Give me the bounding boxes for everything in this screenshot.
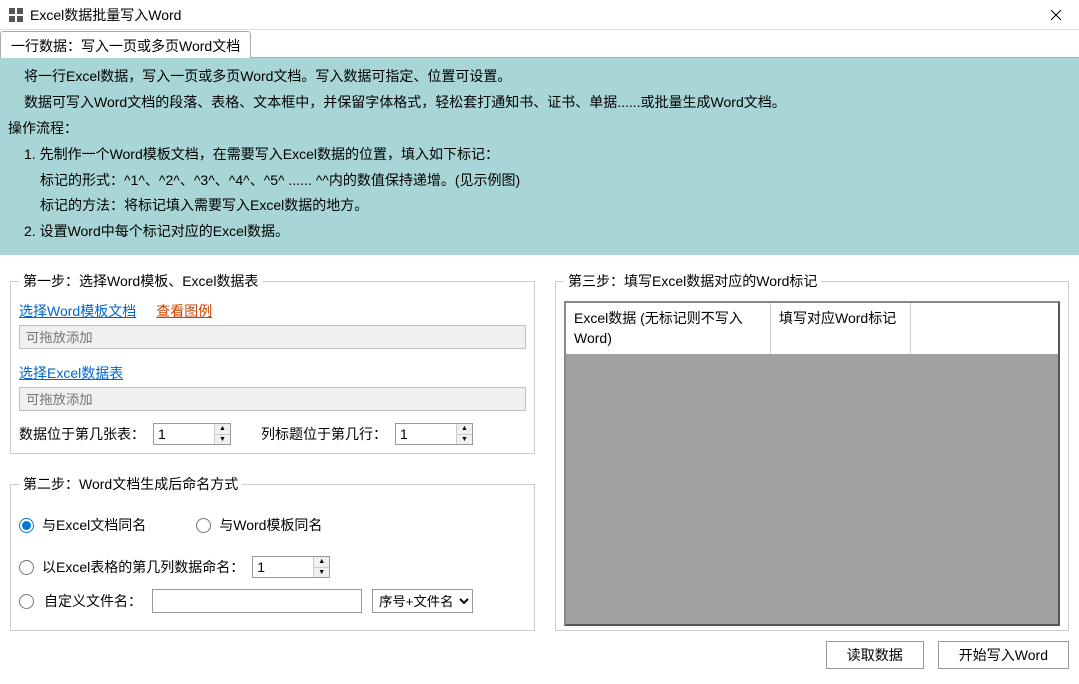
spinner-down-icon[interactable]: ▼ xyxy=(314,568,329,578)
grid-header-row: Excel数据 (无标记则不写入Word) 填写对应Word标记 xyxy=(566,303,1058,354)
spinner-up-icon[interactable]: ▲ xyxy=(215,424,230,435)
close-button[interactable] xyxy=(1033,0,1079,30)
header-row-value[interactable] xyxy=(396,424,456,444)
naming-same-excel-option[interactable]: 与Excel文档同名 xyxy=(19,512,146,538)
read-data-button[interactable]: 读取数据 xyxy=(826,641,924,669)
step3-fieldset: 第三步：填写Excel数据对应的Word标记 Excel数据 (无标记则不写入W… xyxy=(555,271,1069,631)
instruction-line: 1. 先制作一个Word模板文档，在需要写入Excel数据的位置，填入如下标记： xyxy=(4,142,1075,168)
sheet-index-spinner[interactable]: ▲ ▼ xyxy=(153,423,231,445)
instruction-line: 标记的形式：^1^、^2^、^3^、^4^、^5^ ...... ^^内的数值保… xyxy=(4,168,1075,194)
instruction-line: 标记的方法：将标记填入需要写入Excel数据的地方。 xyxy=(4,193,1075,219)
step1-fieldset: 第一步：选择Word模板、Excel数据表 选择Word模板文档 查看图例 选择… xyxy=(10,271,535,454)
grid-col-excel-data: Excel数据 (无标记则不写入Word) xyxy=(566,303,771,354)
step3-legend: 第三步：填写Excel数据对应的Word标记 xyxy=(564,271,821,291)
sheet-index-value[interactable] xyxy=(154,424,214,444)
tab-main[interactable]: 一行数据：写入一页或多页Word文档 xyxy=(0,31,251,58)
naming-same-word-radio[interactable] xyxy=(196,518,211,533)
step2-fieldset: 第二步：Word文档生成后命名方式 与Excel文档同名 与Word模板同名 以… xyxy=(10,474,535,631)
start-write-button[interactable]: 开始写入Word xyxy=(938,641,1069,669)
instructions-panel: 将一行Excel数据，写入一页或多页Word文档。写入数据可指定、位置可设置。 … xyxy=(0,58,1079,255)
instruction-line: 2. 设置Word中每个标记对应的Excel数据。 xyxy=(4,219,1075,245)
naming-by-column-label: 以Excel表格的第几列数据命名： xyxy=(42,557,244,577)
naming-same-word-label: 与Word模板同名 xyxy=(219,515,322,535)
word-template-input[interactable] xyxy=(19,325,526,349)
custom-filename-input[interactable] xyxy=(152,589,362,613)
app-icon xyxy=(8,7,24,23)
naming-column-spinner[interactable]: ▲ ▼ xyxy=(252,556,330,578)
grid-col-word-marker: 填写对应Word标记 xyxy=(771,303,911,354)
naming-same-excel-label: 与Excel文档同名 xyxy=(42,515,146,535)
step2-legend: 第二步：Word文档生成后命名方式 xyxy=(19,474,242,494)
instruction-line: 数据可写入Word文档的段落、表格、文本框中，并保留字体格式，轻松套打通知书、证… xyxy=(4,90,1075,116)
filename-pattern-select[interactable]: 序号+文件名 xyxy=(372,589,473,613)
view-example-link[interactable]: 查看图例 xyxy=(156,301,212,321)
naming-custom-option[interactable]: 自定义文件名： 序号+文件名 xyxy=(19,588,526,614)
naming-by-column-option[interactable]: 以Excel表格的第几列数据命名： ▲ ▼ xyxy=(19,554,526,580)
step1-legend: 第一步：选择Word模板、Excel数据表 xyxy=(19,271,262,291)
window-title: Excel数据批量写入Word xyxy=(30,5,181,25)
naming-same-excel-radio[interactable] xyxy=(19,518,34,533)
select-excel-link[interactable]: 选择Excel数据表 xyxy=(19,365,123,381)
instruction-line: 操作流程： xyxy=(4,116,1075,142)
naming-column-value[interactable] xyxy=(253,557,313,577)
mapping-grid[interactable]: Excel数据 (无标记则不写入Word) 填写对应Word标记 xyxy=(564,301,1060,626)
instruction-line: 将一行Excel数据，写入一页或多页Word文档。写入数据可指定、位置可设置。 xyxy=(4,64,1075,90)
tab-row: 一行数据：写入一页或多页Word文档 xyxy=(0,30,1079,58)
select-word-template-link[interactable]: 选择Word模板文档 xyxy=(19,301,136,321)
spinner-up-icon[interactable]: ▲ xyxy=(457,424,472,435)
header-row-label: 列标题位于第几行： xyxy=(261,424,387,444)
spinner-down-icon[interactable]: ▼ xyxy=(215,435,230,445)
header-row-spinner[interactable]: ▲ ▼ xyxy=(395,423,473,445)
naming-custom-radio[interactable] xyxy=(19,594,34,609)
titlebar: Excel数据批量写入Word xyxy=(0,0,1079,30)
naming-custom-label: 自定义文件名： xyxy=(44,591,142,611)
naming-same-word-option[interactable]: 与Word模板同名 xyxy=(196,512,322,538)
spinner-down-icon[interactable]: ▼ xyxy=(457,435,472,445)
spinner-up-icon[interactable]: ▲ xyxy=(314,557,329,568)
excel-file-input[interactable] xyxy=(19,387,526,411)
sheet-index-label: 数据位于第几张表： xyxy=(19,424,145,444)
naming-by-column-radio[interactable] xyxy=(19,560,34,575)
